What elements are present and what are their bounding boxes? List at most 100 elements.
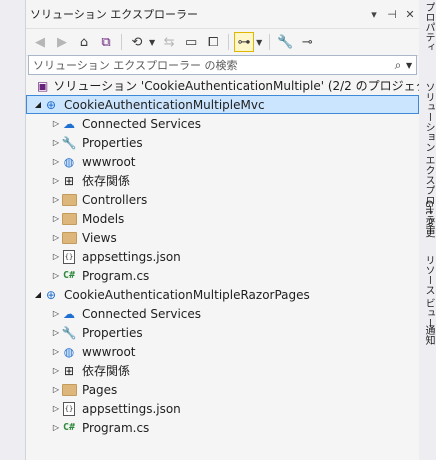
side-tab-strip: プロパティ ソリューション エクスプローラー Git 変更 リソース ビュー 通… xyxy=(419,0,436,460)
tree-item-label: Properties xyxy=(82,325,143,340)
preview-dropdown-icon[interactable]: ▼ xyxy=(256,38,262,47)
tree-item-wwwroot[interactable]: ▷ ◍ wwwroot xyxy=(26,152,419,171)
tree-item-label: Models xyxy=(82,211,125,226)
toolbar-separator xyxy=(228,34,230,50)
collapsed-chevron-icon[interactable]: ▷ xyxy=(51,328,61,337)
tree-item-label: Properties xyxy=(82,135,143,150)
tree-item-project-mvc[interactable]: ◢ ⊕ CookieAuthenticationMultipleMvc xyxy=(26,95,419,114)
collapsed-chevron-icon[interactable]: ▷ xyxy=(51,385,61,394)
expanded-chevron-icon[interactable]: ◢ xyxy=(33,100,43,109)
wrench-icon: 🔧 xyxy=(61,135,77,150)
tree-item-program[interactable]: ▷ C# Program.cs xyxy=(26,418,419,437)
csharp-file-icon: C# xyxy=(62,422,76,433)
tree-item-label: wwwroot xyxy=(82,344,136,359)
dependencies-icon: ⊞ xyxy=(63,363,75,378)
tree-item-label: Controllers xyxy=(82,192,148,207)
tree-item-label: Views xyxy=(82,230,117,245)
tree-item-appsettings[interactable]: ▷ {} appsettings.json xyxy=(26,247,419,266)
collapsed-chevron-icon[interactable]: ▷ xyxy=(51,366,61,375)
tree-item-connected-services[interactable]: ▷ ☁ Connected Services xyxy=(26,304,419,323)
collapse-all-icon[interactable]: ▭ xyxy=(181,32,201,52)
tree-item-connected-services[interactable]: ▷ ☁ Connected Services xyxy=(26,114,419,133)
globe-icon: ◍ xyxy=(63,154,75,169)
tree-item-label: Pages xyxy=(82,382,118,397)
solution-label: ソリューション 'CookieAuthenticationMultiple' (… xyxy=(53,79,436,93)
sync-icon[interactable]: ⇆ xyxy=(159,32,179,52)
collapsed-chevron-icon[interactable]: ▷ xyxy=(51,157,61,166)
close-button[interactable]: ✕ xyxy=(401,8,419,21)
show-all-files-icon[interactable]: ⧠ xyxy=(203,32,223,52)
panel-titlebar: ソリューション エクスプローラー ▾ ⊣ ✕ xyxy=(26,0,419,29)
dependencies-icon: ⊞ xyxy=(63,173,75,188)
panel-title: ソリューション エクスプローラー xyxy=(30,8,198,21)
preview-icon[interactable]: ⊶ xyxy=(234,32,255,52)
toolbar-separator xyxy=(121,34,122,50)
collapsed-chevron-icon[interactable]: ▷ xyxy=(51,347,61,356)
forward-arrow-icon[interactable]: ▶ xyxy=(52,32,72,52)
json-file-icon: {} xyxy=(61,401,77,417)
collapsed-chevron-icon[interactable]: ▷ xyxy=(51,252,61,261)
folder-icon xyxy=(61,211,77,227)
collapsed-chevron-icon[interactable]: ▷ xyxy=(51,195,61,204)
collapsed-chevron-icon[interactable]: ▷ xyxy=(51,423,61,432)
collapsed-chevron-icon[interactable]: ▷ xyxy=(51,214,61,223)
json-file-icon: {} xyxy=(61,249,77,265)
tree-item-views[interactable]: ▷ Views xyxy=(26,228,419,247)
tree-item-label: Program.cs xyxy=(82,268,150,283)
tree-item-solution[interactable]: ▣ ソリューション 'CookieAuthenticationMultiple'… xyxy=(26,76,436,95)
side-tab-properties[interactable]: プロパティ xyxy=(421,2,436,52)
tree-item-dependencies[interactable]: ▷ ⊞ 依存関係 xyxy=(26,171,419,190)
tree-item-properties[interactable]: ▷ 🔧 Properties xyxy=(26,133,419,152)
auto-hide-pin-button[interactable]: ⊣ xyxy=(383,8,401,21)
tree-item-pages[interactable]: ▷ Pages xyxy=(26,380,419,399)
tree-item-wwwroot[interactable]: ▷ ◍ wwwroot xyxy=(26,342,419,361)
globe-icon: ◍ xyxy=(63,344,75,359)
connected-services-icon: ☁ xyxy=(63,306,75,321)
tree-item-label: 依存関係 xyxy=(82,174,131,188)
connected-services-icon: ☁ xyxy=(63,116,75,131)
window-menu-button[interactable]: ▾ xyxy=(365,8,383,21)
collapsed-chevron-icon[interactable]: ▷ xyxy=(51,271,61,280)
home-icon[interactable]: ⌂ xyxy=(74,32,94,52)
csharp-web-project-icon: ⊕ xyxy=(45,97,57,112)
folder-icon xyxy=(61,382,77,398)
collapsed-chevron-icon[interactable]: ▷ xyxy=(51,309,61,318)
tree-item-label: Connected Services xyxy=(82,306,202,321)
tree-item-project-razorpages[interactable]: ◢ ⊕ CookieAuthenticationMultipleRazorPag… xyxy=(26,285,419,304)
toolbar: ◀ ▶ ⌂ ⧉ ⟲ ▼ ⇆ ▭ ⧠ ⊶ ▼ 🔧 ⊸ xyxy=(26,29,419,56)
wrench-icon: 🔧 xyxy=(61,325,77,340)
tree-item-label: wwwroot xyxy=(82,154,136,169)
side-tab-git-changes[interactable]: Git 変更 xyxy=(421,200,436,238)
tree-item-models[interactable]: ▷ Models xyxy=(26,209,419,228)
collapsed-chevron-icon[interactable]: ▷ xyxy=(51,404,61,413)
collapsed-chevron-icon[interactable]: ▷ xyxy=(51,176,61,185)
search-box: ⌕ ▼ xyxy=(28,55,417,75)
side-tab-resource-view[interactable]: リソース ビュー xyxy=(421,255,436,328)
csharp-web-project-icon: ⊕ xyxy=(45,287,57,302)
history-icon[interactable]: ⟲ xyxy=(127,32,147,52)
project-label: CookieAuthenticationMultipleMvc xyxy=(64,97,265,112)
project-label: CookieAuthenticationMultipleRazorPages xyxy=(64,287,310,302)
folder-icon xyxy=(61,230,77,246)
wrench-icon[interactable]: 🔧 xyxy=(275,32,295,52)
side-tab-notifications[interactable]: 通知 xyxy=(421,325,436,345)
tree-item-label: appsettings.json xyxy=(82,401,181,416)
history-dropdown-icon[interactable]: ▼ xyxy=(149,38,155,47)
collapsed-chevron-icon[interactable]: ▷ xyxy=(51,119,61,128)
tree-item-properties[interactable]: ▷ 🔧 Properties xyxy=(26,323,419,342)
expanded-chevron-icon[interactable]: ◢ xyxy=(33,290,43,299)
solution-tree: ▣ ソリューション 'CookieAuthenticationMultiple'… xyxy=(26,76,436,437)
collapsed-chevron-icon[interactable]: ▷ xyxy=(51,233,61,242)
search-options-dropdown-icon[interactable]: ▼ xyxy=(406,61,416,70)
search-icon[interactable]: ⌕ xyxy=(390,58,406,73)
tree-item-appsettings[interactable]: ▷ {} appsettings.json xyxy=(26,399,419,418)
tree-item-program[interactable]: ▷ C# Program.cs xyxy=(26,266,419,285)
collapsed-chevron-icon[interactable]: ▷ xyxy=(51,138,61,147)
switch-views-icon[interactable]: ⧉ xyxy=(96,32,116,52)
pin-icon[interactable]: ⊸ xyxy=(297,32,317,52)
search-input[interactable] xyxy=(29,57,390,73)
tree-item-dependencies[interactable]: ▷ ⊞ 依存関係 xyxy=(26,361,419,380)
csharp-file-icon: C# xyxy=(62,270,76,281)
back-arrow-icon[interactable]: ◀ xyxy=(30,32,50,52)
tree-item-controllers[interactable]: ▷ Controllers xyxy=(26,190,419,209)
